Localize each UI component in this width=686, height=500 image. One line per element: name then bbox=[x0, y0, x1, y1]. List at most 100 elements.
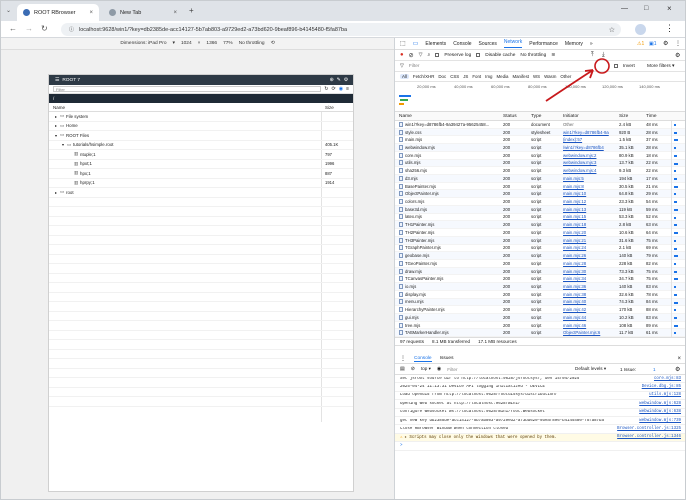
type-filter-all[interactable]: All bbox=[400, 74, 409, 79]
reload-icon[interactable]: ↻ bbox=[41, 24, 48, 33]
new-tab-button[interactable]: + bbox=[189, 6, 194, 15]
network-row[interactable]: HierarchyPainter.mjs 200 script main.mjs:42… bbox=[395, 306, 685, 314]
console-source-link[interactable]: webwindow.mjs:628 bbox=[639, 402, 681, 406]
site-info-icon[interactable]: ⓘ bbox=[69, 26, 74, 33]
request-initiator[interactable]: main.mjs:36 bbox=[563, 284, 586, 289]
request-initiator[interactable]: ObjectPainter.mjs:6 bbox=[563, 330, 600, 335]
tree-row[interactable]: ▸ ▭ root bbox=[49, 188, 353, 198]
tree-row[interactable]: ▾ ▭ tutorials/hsimple.root 405.1K bbox=[49, 141, 353, 150]
tab-sources[interactable]: Sources bbox=[479, 41, 497, 47]
request-initiator[interactable]: main.mjs:38 bbox=[563, 292, 586, 297]
col-initiator[interactable]: Initiator bbox=[563, 114, 579, 119]
radio-icon[interactable]: ◉ bbox=[339, 86, 343, 92]
tab-new-tab[interactable]: New Tab × bbox=[103, 4, 183, 21]
network-row[interactable]: webwindow.mjs 200 script/win1/?key=d8786fb… bbox=[395, 144, 685, 152]
network-row[interactable]: gui.mjs 200 script main.mjs:44 10.2 kB 83 ms bbox=[395, 313, 685, 322]
inspect-icon[interactable]: ⬚ bbox=[400, 40, 406, 47]
device-throttle-select[interactable]: No throttling bbox=[239, 41, 265, 46]
console-source-link[interactable]: utils.mjs:128 bbox=[649, 393, 681, 397]
network-row[interactable]: sha256.mjs 200 script webwindow.mjs:4 9.3 kB… bbox=[395, 167, 685, 176]
network-row[interactable]: style.css 200 stylesheet win1/?key=d8786fb4… bbox=[395, 128, 685, 137]
type-filter-js[interactable]: JS bbox=[463, 74, 468, 79]
network-row[interactable]: TH1Painter.mjs 200 script main.mjs:18 2.8 kB… bbox=[395, 221, 685, 230]
type-filter-doc[interactable]: Doc bbox=[438, 74, 446, 79]
request-initiator[interactable]: main.mjs:20 bbox=[563, 230, 586, 235]
network-row[interactable]: TCanvasPainter.mjs 200 script main.mjs:34 34… bbox=[395, 275, 685, 284]
tab-issues[interactable]: Issues bbox=[440, 356, 454, 361]
tab-search-icon[interactable]: ⌄ bbox=[6, 7, 11, 14]
maximize-icon[interactable]: □ bbox=[644, 5, 648, 12]
network-row[interactable]: colors.mjs 200 script main.mjs:12 23.3 kB 54 … bbox=[395, 198, 685, 206]
request-initiator[interactable]: main.mjs:24 bbox=[563, 245, 586, 250]
tree-row[interactable]: ▸ ▭ Home bbox=[49, 122, 353, 131]
console-prompt[interactable]: > bbox=[395, 442, 685, 451]
request-initiator[interactable]: main.mjs:8 bbox=[563, 184, 584, 189]
expanded-caret-icon[interactable]: ▾ bbox=[55, 133, 57, 138]
bookmark-star-icon[interactable]: ☆ bbox=[609, 26, 615, 34]
col-size[interactable]: Size bbox=[325, 105, 334, 110]
kebab-menu-icon[interactable]: ⋮ bbox=[665, 23, 674, 34]
throttling-select[interactable]: No throttling bbox=[520, 53, 546, 58]
type-filter-font[interactable]: Font bbox=[472, 74, 481, 79]
tree-row[interactable]: ▥ hpx;1 887 bbox=[49, 169, 353, 179]
tab-console[interactable]: Console bbox=[453, 41, 471, 47]
issues-count[interactable]: 1 Issue: bbox=[620, 367, 636, 372]
tab-network[interactable]: Network bbox=[503, 39, 523, 48]
sync-icon[interactable]: ⟳ bbox=[332, 86, 336, 92]
device-dimensions-select[interactable]: Dimensions: iPad Pro bbox=[120, 41, 166, 46]
close-window-icon[interactable]: × bbox=[667, 4, 672, 13]
rotate-icon[interactable]: ⟲ bbox=[271, 41, 275, 46]
edit-icon[interactable]: ✎ bbox=[337, 78, 341, 83]
search-icon[interactable]: ⌕ bbox=[428, 52, 431, 58]
more-filters-button[interactable]: More filters ▾ bbox=[647, 64, 674, 69]
settings-icon[interactable]: ⚙ bbox=[344, 78, 348, 83]
col-size[interactable]: Size bbox=[619, 114, 628, 119]
network-row[interactable]: TGraphPainter.mjs 200 script main.mjs:24 2.1… bbox=[395, 245, 685, 253]
network-row[interactable]: draw.mjs 200 script main.mjs:30 73.3 kB 75 ms bbox=[395, 267, 685, 276]
expanded-caret-icon[interactable]: ▾ bbox=[62, 142, 64, 147]
record-icon[interactable]: ● bbox=[400, 52, 404, 58]
network-row[interactable]: core.mjs 200 script webwindow.mjs:2 80.9 kB 1… bbox=[395, 152, 685, 160]
devtools-settings-icon[interactable]: ⚙ bbox=[663, 40, 668, 47]
network-row[interactable]: BasePainter.mjs 200 script main.mjs:8 30.5 k… bbox=[395, 183, 685, 191]
request-initiator[interactable]: main.mjs:12 bbox=[563, 199, 586, 204]
network-row[interactable]: io.mjs 200 script main.mjs:36 140 kB 83 ms bbox=[395, 283, 685, 291]
close-tab-icon[interactable]: × bbox=[89, 10, 93, 16]
address-bar[interactable]: ⓘ localhost:9628/win1/?key=db2385de-acc1… bbox=[61, 23, 621, 36]
network-row[interactable]: TH2Painter.mjs 200 script main.mjs:20 10.6 k… bbox=[395, 229, 685, 237]
tab-add-icon[interactable]: ⊕ bbox=[330, 78, 334, 83]
console-filter-input[interactable]: Filter bbox=[447, 367, 547, 372]
tab-performance[interactable]: Performance bbox=[529, 41, 558, 47]
tree-row[interactable]: ▥ hprpy;1 1914 bbox=[49, 179, 353, 188]
width-input[interactable]: 1024 bbox=[181, 41, 192, 46]
clear-console-icon[interactable]: ⊘ bbox=[411, 366, 415, 372]
type-filter-css[interactable]: CSS bbox=[450, 74, 459, 79]
network-row[interactable]: tree.mjs 200 script main.mjs:46 108 kB 89 ms bbox=[395, 322, 685, 330]
type-filter-wasm[interactable]: Wasm bbox=[544, 74, 556, 79]
console-source-link[interactable]: Browser.controller.js:1325 bbox=[617, 427, 681, 431]
type-filter-fetchxhr[interactable]: Fetch/XHR bbox=[413, 74, 434, 79]
console-settings-icon[interactable]: ⚙ bbox=[675, 366, 680, 373]
wifi-icon[interactable]: ≋ bbox=[551, 52, 555, 58]
request-initiator[interactable]: main.mjs:18 bbox=[563, 222, 586, 227]
request-initiator[interactable]: webwindow.mjs:3 bbox=[563, 160, 596, 165]
request-initiator[interactable]: /win1/?key=d8786fb4 bbox=[563, 145, 604, 150]
network-row[interactable]: d3.mjs 200 script main.mjs:5 194 kB 17 ms bbox=[395, 175, 685, 183]
request-initiator[interactable]: main.mjs:26 bbox=[563, 253, 586, 258]
device-mode-icon[interactable]: ▭ bbox=[413, 40, 419, 47]
live-expression-icon[interactable]: ◉ bbox=[437, 366, 441, 372]
request-initiator[interactable]: main.mjs:21 bbox=[563, 238, 586, 243]
network-settings-icon[interactable]: ⚙ bbox=[675, 52, 680, 59]
devtools-menu-icon[interactable]: ⋮ bbox=[675, 40, 681, 47]
tab-console[interactable]: Console bbox=[414, 356, 432, 362]
tab-memory[interactable]: Memory bbox=[565, 41, 583, 47]
request-initiator[interactable]: main.mjs:30 bbox=[563, 269, 586, 274]
clear-icon[interactable]: ⊘ bbox=[409, 52, 414, 59]
menu-icon[interactable]: ☰ bbox=[55, 78, 59, 83]
col-name[interactable]: Name bbox=[399, 114, 412, 119]
network-row[interactable]: TAttMarkerHandler.mjs 200 script ObjectPain… bbox=[395, 329, 685, 337]
request-initiator[interactable]: main.mjs:28 bbox=[563, 261, 586, 266]
console-source-link[interactable]: Device.dbg.js:85 bbox=[642, 385, 681, 389]
default-levels-select[interactable]: Default levels ▾ bbox=[575, 366, 606, 372]
tree-row[interactable]: ▾ ▭ ROOT Files bbox=[49, 131, 353, 141]
